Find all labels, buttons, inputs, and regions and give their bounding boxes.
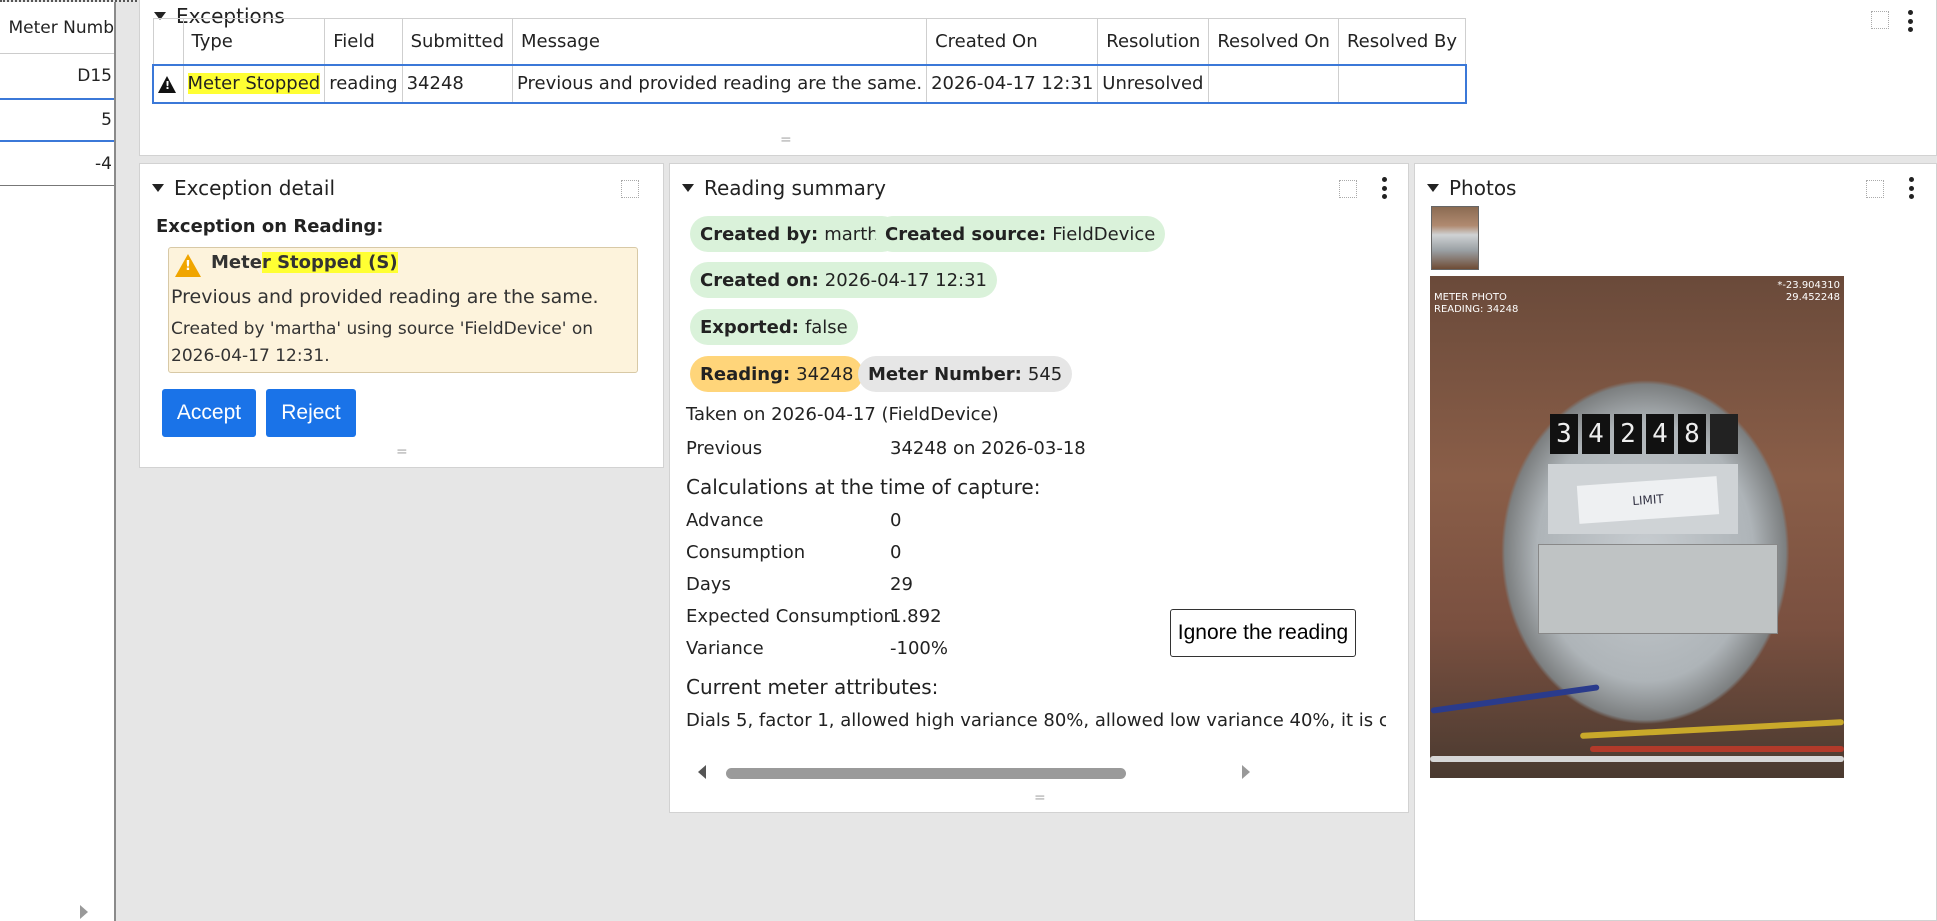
wire <box>1430 756 1844 762</box>
column-header-resolved-on[interactable]: Resolved On <box>1208 18 1339 65</box>
grid-cell-selected[interactable]: 5 <box>0 98 114 142</box>
photos-panel: Photos METER PHOTO READING: 34248 *-23.9… <box>1414 163 1937 921</box>
cell-submitted[interactable]: 34248 <box>401 63 514 104</box>
maximize-icon[interactable] <box>1870 10 1889 29</box>
wire <box>1430 684 1600 714</box>
meter-rating-plate <box>1538 544 1778 634</box>
accept-button[interactable]: Accept <box>162 389 256 437</box>
cell-resolved-on[interactable] <box>1208 63 1339 104</box>
wire <box>1580 719 1844 739</box>
exception-heading: Exception on Reading: <box>156 216 384 237</box>
grid-header-meter-number[interactable]: Meter Numb <box>0 2 114 54</box>
meter-grid-fragment: Meter Numb D15 5 -4 <box>0 2 116 921</box>
attributes-text: Dials 5, factor 1, allowed high variance… <box>686 710 1386 731</box>
calc-consumption-label: Consumption <box>686 542 806 563</box>
wire <box>1590 746 1844 752</box>
exception-message-box: Meter Stopped (S) Previous and provided … <box>168 247 638 373</box>
column-header-icon <box>152 18 184 65</box>
meter-photo[interactable]: METER PHOTO READING: 34248 *-23.904310 2… <box>1430 276 1844 778</box>
calc-expected-consumption-label: Expected Consumption <box>686 606 895 627</box>
scroll-right-arrow-icon[interactable] <box>1242 765 1250 779</box>
warning-icon <box>158 75 176 93</box>
grid-cell[interactable]: -4 <box>0 142 114 186</box>
warning-icon <box>175 254 201 277</box>
photo-caption-right: *-23.904310 29.452248 <box>1777 280 1840 303</box>
photos-title[interactable]: Photos <box>1427 176 1516 200</box>
maximize-icon[interactable] <box>1338 179 1357 198</box>
resize-grip-icon[interactable]: = <box>780 132 792 148</box>
cell-field[interactable]: reading <box>324 63 403 104</box>
column-header-field[interactable]: Field <box>324 18 403 65</box>
column-header-message[interactable]: Message <box>512 18 928 65</box>
calc-days-label: Days <box>686 574 731 595</box>
collapse-triangle-icon[interactable] <box>152 184 164 192</box>
column-header-resolved-by[interactable]: Resolved By <box>1337 18 1467 65</box>
column-header-resolution[interactable]: Resolution <box>1097 18 1210 65</box>
calc-days-value: 29 <box>890 574 913 595</box>
calc-advance-value: 0 <box>890 510 902 531</box>
table-header-row: Type Field Submitted Message Created On … <box>152 18 1467 65</box>
horizontal-scrollbar[interactable] <box>686 762 1256 782</box>
previous-value: 34248 on 2026-03-18 <box>890 438 1086 459</box>
exception-message: Previous and provided reading are the sa… <box>171 286 599 308</box>
column-header-created-on[interactable]: Created On <box>926 18 1099 65</box>
reading-chip: Reading: 34248 <box>690 356 864 392</box>
exceptions-table: Type Field Submitted Message Created On … <box>152 18 1467 104</box>
taken-on-text: Taken on 2026-04-17 (FieldDevice) <box>686 404 999 425</box>
collapse-triangle-icon[interactable] <box>1427 184 1439 192</box>
reading-summary-title[interactable]: Reading summary <box>682 176 886 200</box>
calc-variance-label: Variance <box>686 638 764 659</box>
attributes-heading: Current meter attributes: <box>686 675 939 699</box>
calc-advance-label: Advance <box>686 510 764 531</box>
cell-message[interactable]: Previous and provided reading are the sa… <box>512 63 928 104</box>
previous-label: Previous <box>686 438 763 459</box>
cell-resolution[interactable]: Unresolved <box>1097 63 1210 104</box>
column-header-type[interactable]: Type <box>182 18 326 65</box>
cell-created-on[interactable]: 2026-04-17 12:31 <box>926 63 1099 104</box>
reject-button[interactable]: Reject <box>266 389 356 437</box>
calc-consumption-value: 0 <box>890 542 902 563</box>
created-by-chip: Created by: martha <box>690 216 900 252</box>
resize-grip-icon[interactable]: = <box>1034 790 1046 806</box>
exceptions-panel: Exceptions Type Field Submitted Message … <box>139 0 1937 156</box>
maximize-icon[interactable] <box>620 179 639 198</box>
calc-expected-consumption-value: 1.892 <box>890 606 942 627</box>
calc-variance-value: -100% <box>890 638 948 659</box>
column-header-submitted[interactable]: Submitted <box>401 18 514 65</box>
reading-summary-panel: Reading summary Created by: martha Create… <box>669 163 1409 813</box>
created-source-chip: Created source: FieldDevice <box>875 216 1166 252</box>
scroll-left-arrow-icon[interactable] <box>698 765 706 779</box>
row-warning-cell <box>152 63 184 104</box>
meter-number-chip: Meter Number: 545 <box>858 356 1073 392</box>
more-options-icon[interactable] <box>1382 177 1388 199</box>
meter-dials: 3 4 2 4 8 <box>1550 414 1738 454</box>
table-row[interactable]: Meter Stopped reading 34248 Previous and… <box>152 63 1467 104</box>
cell-resolved-by[interactable] <box>1337 63 1467 104</box>
collapse-triangle-icon[interactable] <box>682 184 694 192</box>
scroll-right-arrow-icon[interactable] <box>80 905 88 919</box>
created-on-chip: Created on: 2026-04-17 12:31 <box>690 262 997 298</box>
more-options-icon[interactable] <box>1909 177 1915 199</box>
exception-detail-title[interactable]: Exception detail <box>152 176 335 200</box>
cell-type[interactable]: Meter Stopped <box>182 63 326 104</box>
resize-grip-icon[interactable]: = <box>396 444 408 460</box>
photo-thumbnail[interactable] <box>1431 206 1479 270</box>
ignore-reading-button[interactable]: Ignore the reading <box>1170 609 1356 657</box>
exported-chip: Exported: false <box>690 309 858 345</box>
calculations-heading: Calculations at the time of capture: <box>686 475 1041 499</box>
exception-detail-panel: Exception detail Exception on Reading: M… <box>139 163 664 468</box>
exception-name: Meter Stopped (S) <box>211 252 398 273</box>
scrollbar-thumb[interactable] <box>726 768 1126 779</box>
grid-cell[interactable]: D15 <box>0 54 114 98</box>
photo-caption-left: METER PHOTO READING: 34248 <box>1434 292 1519 315</box>
exception-created-text: Created by 'martha' using source 'FieldD… <box>171 319 593 366</box>
maximize-icon[interactable] <box>1865 179 1884 198</box>
more-options-icon[interactable] <box>1908 10 1914 32</box>
